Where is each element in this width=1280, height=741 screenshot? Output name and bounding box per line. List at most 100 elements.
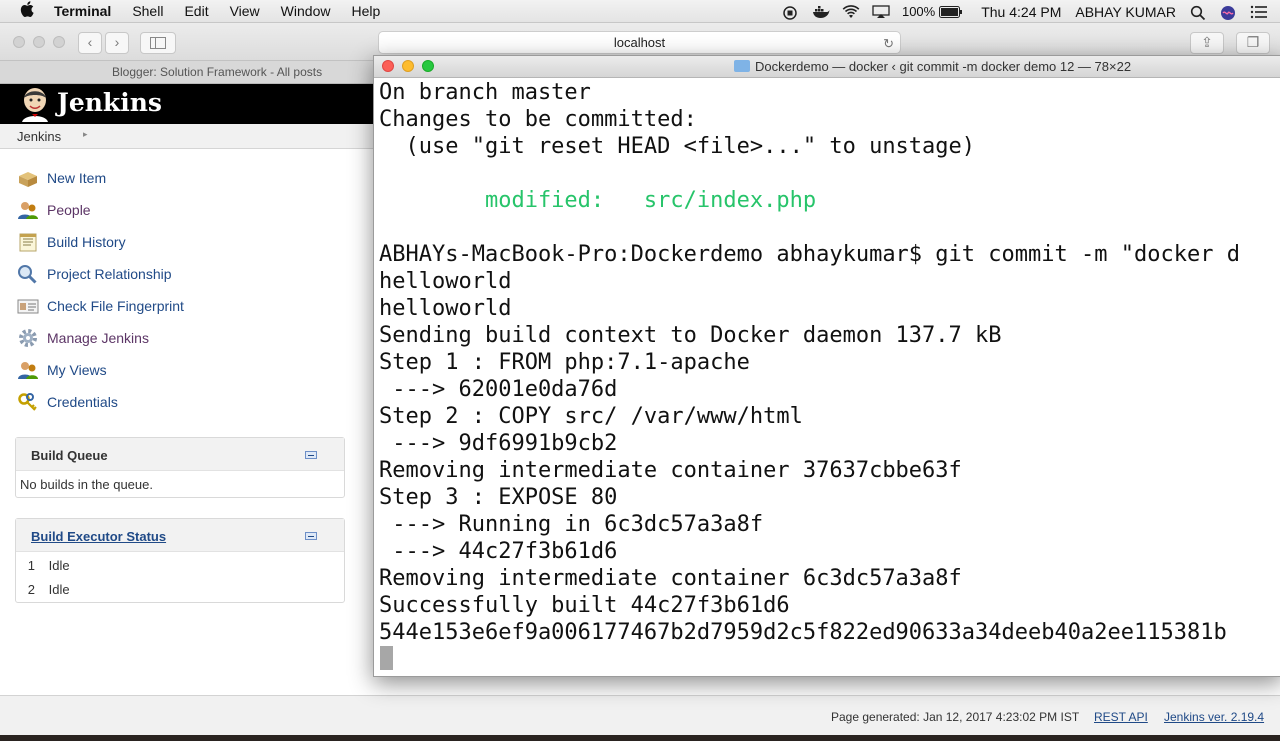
sidebar-link-credentials[interactable]: Credentials <box>47 394 118 410</box>
address-text: localhost <box>613 35 666 50</box>
build-queue-header: Build Queue <box>16 438 344 471</box>
terminal-minimize-button[interactable] <box>402 60 414 72</box>
terminal-line: (use "git reset HEAD <file>..." to unsta… <box>379 134 976 159</box>
sidebar-item-build-history[interactable]: Build History <box>17 231 126 253</box>
notification-center-icon[interactable] <box>1250 5 1267 19</box>
terminal-line: ABHAYs-MacBook-Pro:Dockerdemo abhaykumar… <box>379 242 1240 267</box>
executor-row: 2 Idle <box>16 578 344 602</box>
terminal-line: Step 1 : FROM php:7.1-apache <box>379 350 750 375</box>
sidebar-toggle-icon[interactable] <box>140 32 176 54</box>
sidebar-item-my-views[interactable]: My Views <box>17 359 107 381</box>
menu-shell[interactable]: Shell <box>132 3 163 19</box>
terminal-line: Removing intermediate container 37637cbb… <box>379 458 962 483</box>
executor-number: 2 <box>27 582 35 597</box>
terminal-line: On branch master <box>379 80 591 105</box>
menu-help[interactable]: Help <box>351 3 380 19</box>
menu-view[interactable]: View <box>230 3 260 19</box>
executor-status: Idle <box>48 558 70 573</box>
terminal-output[interactable]: On branch master Changes to be committed:… <box>374 78 1280 676</box>
desktop-background <box>0 735 1280 741</box>
terminal-line: Step 3 : EXPOSE 80 <box>379 485 618 510</box>
people-icon <box>17 360 39 380</box>
tabs-overview-icon[interactable]: ❐ <box>1236 32 1270 54</box>
reload-icon[interactable]: ↻ <box>883 33 894 54</box>
sidebar-link-check-file-fingerprint[interactable]: Check File Fingerprint <box>47 298 184 314</box>
safari-minimize-button[interactable] <box>33 36 45 48</box>
jenkins-version-link[interactable]: Jenkins ver. 2.19.4 <box>1164 710 1264 724</box>
terminal-line: ---> 9df6991b9cb2 <box>379 431 618 456</box>
sidebar-item-manage-jenkins[interactable]: Manage Jenkins <box>17 327 149 349</box>
battery-icon[interactable] <box>939 5 963 19</box>
jenkins-title[interactable]: Jenkins <box>57 88 162 117</box>
rest-api-link[interactable]: REST API <box>1094 710 1148 724</box>
build-queue-empty-text: No builds in the queue. <box>20 477 153 492</box>
collapse-icon[interactable] <box>305 451 317 459</box>
siri-icon[interactable] <box>1220 5 1236 20</box>
menu-window[interactable]: Window <box>281 3 331 19</box>
notepad-icon <box>17 232 39 252</box>
sidebar-item-check-file-fingerprint[interactable]: Check File Fingerprint <box>17 295 184 317</box>
people-icon <box>17 200 39 220</box>
record-icon[interactable] <box>782 5 798 20</box>
terminal-line: helloworld <box>379 296 512 321</box>
terminal-line: Successfully built 44c27f3b61d6 <box>379 593 790 618</box>
terminal-line: helloworld <box>379 269 512 294</box>
tab-title[interactable]: Blogger: Solution Framework - All posts <box>112 65 322 79</box>
breadcrumb-arrow-icon[interactable]: ▸ <box>83 129 88 140</box>
fingerprint-card-icon <box>17 296 39 316</box>
safari-zoom-button[interactable] <box>53 36 65 48</box>
collapse-icon[interactable] <box>305 532 317 540</box>
sidebar-item-people[interactable]: People <box>17 199 91 221</box>
terminal-cursor <box>380 646 393 670</box>
build-queue-pane: Build Queue No builds in the queue. <box>15 437 345 498</box>
forward-chevron-icon[interactable]: › <box>105 32 129 54</box>
terminal-line: ---> 62001e0da76d <box>379 377 618 402</box>
terminal-title-wrap: Dockerdemo — docker ‹ git commit -m dock… <box>734 59 1131 74</box>
terminal-close-button[interactable] <box>382 60 394 72</box>
sidebar-link-my-views[interactable]: My Views <box>47 362 107 378</box>
terminal-line: Changes to be committed: <box>379 107 697 132</box>
keys-icon <box>17 392 39 412</box>
back-chevron-icon[interactable]: ‹ <box>78 32 102 54</box>
executor-number: 1 <box>27 558 35 573</box>
page-generated-text: Page generated: Jan 12, 2017 4:23:02 PM … <box>831 710 1080 724</box>
wifi-icon[interactable] <box>842 4 860 19</box>
docker-whale-icon[interactable] <box>812 5 830 19</box>
share-icon[interactable]: ⇪ <box>1190 32 1224 54</box>
sidebar-item-credentials[interactable]: Credentials <box>17 391 118 413</box>
gear-icon <box>17 328 39 348</box>
address-bar[interactable]: localhost ↻ <box>378 31 901 54</box>
menu-edit[interactable]: Edit <box>184 3 208 19</box>
executor-row: 1 Idle <box>16 554 344 578</box>
sidebar-link-people[interactable]: People <box>47 202 91 218</box>
terminal-line: ---> 44c27f3b61d6 <box>379 539 618 564</box>
apple-menu-icon[interactable] <box>0 1 54 21</box>
menu-app-terminal[interactable]: Terminal <box>54 3 111 19</box>
executor-status: Idle <box>48 582 70 597</box>
terminal-zoom-button[interactable] <box>422 60 434 72</box>
executor-status-title[interactable]: Build Executor Status <box>31 529 166 544</box>
terminal-titlebar[interactable]: Dockerdemo — docker ‹ git commit -m dock… <box>374 56 1280 78</box>
sidebar-link-new-item[interactable]: New Item <box>47 170 106 186</box>
jenkins-footer: Page generated: Jan 12, 2017 4:23:02 PM … <box>0 695 1280 735</box>
menu-bar: Terminal Shell Edit View Window Help 100… <box>0 0 1280 23</box>
executor-status-header: Build Executor Status <box>16 519 344 552</box>
terminal-line: Sending build context to Docker daemon 1… <box>379 323 1002 348</box>
airplay-icon[interactable] <box>872 4 890 19</box>
sidebar-link-project-relationship[interactable]: Project Relationship <box>47 266 172 282</box>
jenkins-butler-logo-icon[interactable] <box>18 86 52 122</box>
menubar-user[interactable]: ABHAY KUMAR <box>1075 4 1176 20</box>
menubar-clock[interactable]: Thu 4:24 PM <box>981 4 1061 20</box>
safari-close-button[interactable] <box>13 36 25 48</box>
sidebar-item-project-relationship[interactable]: Project Relationship <box>17 263 172 285</box>
spotlight-search-icon[interactable] <box>1190 5 1206 20</box>
sidebar-link-manage-jenkins[interactable]: Manage Jenkins <box>47 330 149 346</box>
sidebar-item-new-item[interactable]: New Item <box>17 167 106 189</box>
build-executor-status-pane: Build Executor Status 1 Idle 2 Idle <box>15 518 345 603</box>
battery-percent: 100% <box>901 4 936 19</box>
terminal-line: Step 2 : COPY src/ /var/www/html <box>379 404 803 429</box>
terminal-line: modified: src/index.php <box>379 188 817 213</box>
breadcrumb-jenkins[interactable]: Jenkins <box>17 129 61 144</box>
sidebar-link-build-history[interactable]: Build History <box>47 234 126 250</box>
terminal-window[interactable]: Dockerdemo — docker ‹ git commit -m dock… <box>373 55 1280 677</box>
